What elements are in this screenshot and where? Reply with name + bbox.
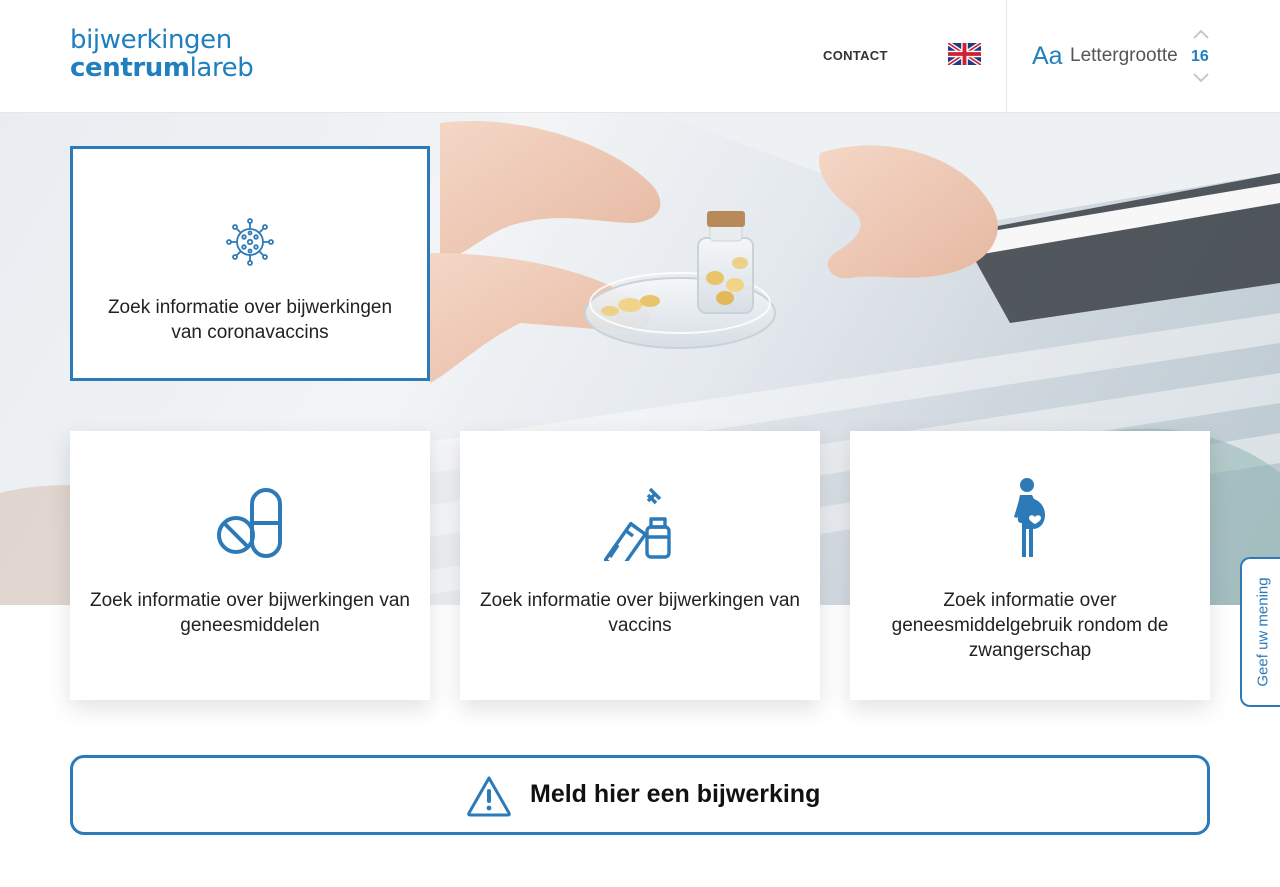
uk-flag-icon[interactable] (948, 43, 981, 65)
contact-link[interactable]: CONTACT (823, 48, 888, 63)
feedback-tab[interactable]: Geef uw mening (1240, 557, 1280, 707)
card-geneesmiddelen[interactable]: Zoek informatie over bijwerkingen van ge… (70, 431, 430, 700)
report-side-effect-button[interactable]: Meld hier een bijwerking (70, 755, 1210, 835)
card-vaccins[interactable]: Zoek informatie over bijwerkingen van va… (460, 431, 820, 700)
card-coronavaccins-text: Zoek informatie over bijwerkingen van co… (107, 297, 393, 343)
card-zwangerschap-text: Zoek informatie over geneesmiddelgebruik… (891, 590, 1169, 661)
feedback-label: Geef uw mening (1254, 577, 1272, 687)
pills-icon (217, 488, 282, 558)
virus-icon (226, 218, 274, 266)
logo[interactable]: bijwerkingen centrumlareb (70, 25, 254, 83)
font-size-icon: Aa (1032, 42, 1063, 70)
chevron-up-icon[interactable] (1191, 26, 1211, 42)
syringe-vial-icon (604, 487, 671, 561)
logo-lareb: lareb (189, 53, 254, 83)
logo-line-1: bijwerkingen (70, 25, 232, 55)
card-zwangerschap[interactable]: Zoek informatie over geneesmiddelgebruik… (850, 431, 1210, 700)
font-size-value: 16 (1191, 48, 1209, 65)
report-side-effect-label: Meld hier een bijwerking (530, 780, 821, 808)
logo-centrum: centrum (70, 53, 190, 83)
pregnant-woman-icon (1014, 478, 1045, 557)
card-vaccins-text: Zoek informatie over bijwerkingen van va… (480, 590, 800, 636)
card-coronavaccins[interactable]: Zoek informatie over bijwerkingen van co… (70, 146, 430, 381)
logo-line-2: centrumlareb (70, 53, 254, 83)
chevron-down-icon[interactable] (1191, 70, 1211, 86)
site-header: bijwerkingen centrumlareb CONTACT Aa Let… (0, 0, 1280, 113)
card-geneesmiddelen-text: Zoek informatie over bijwerkingen van ge… (90, 590, 410, 636)
header-divider (1006, 0, 1007, 113)
warning-icon (467, 776, 511, 817)
font-size-label: Lettergrootte (1070, 45, 1178, 66)
